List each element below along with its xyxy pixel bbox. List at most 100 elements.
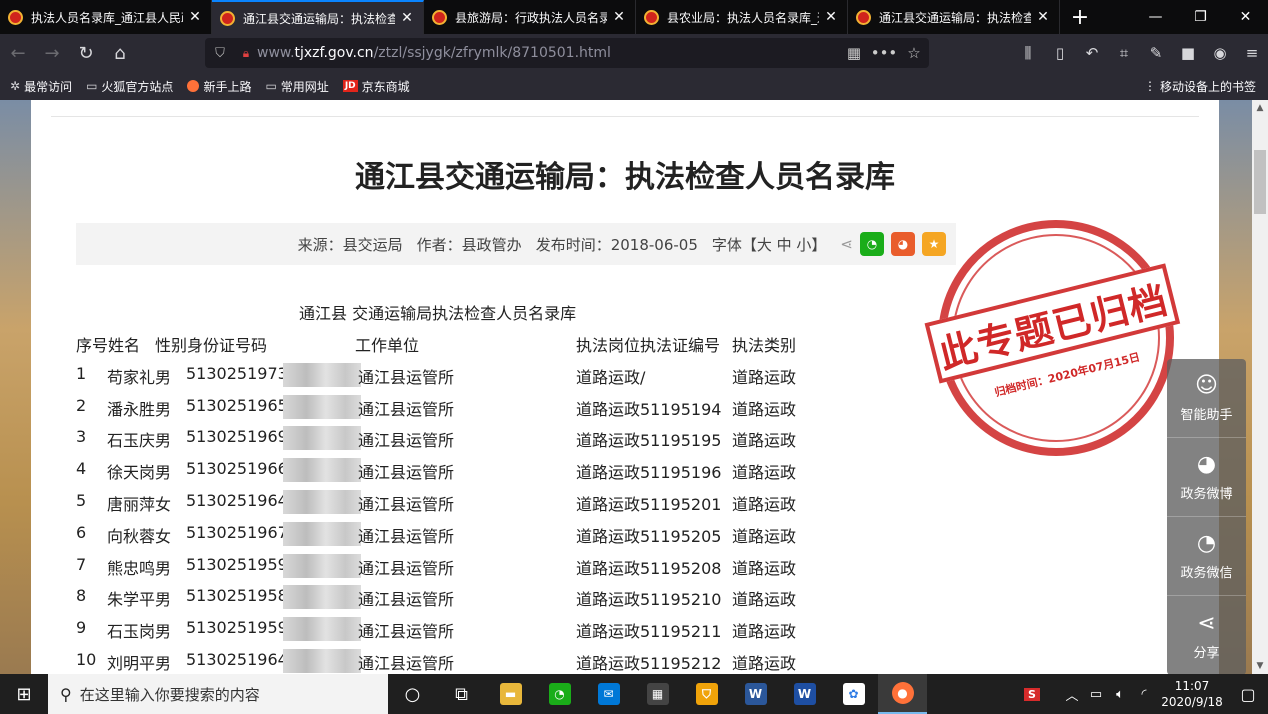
page-actions-icon[interactable]: ••• [869, 44, 899, 62]
redacted-block [283, 394, 361, 419]
folder-icon: ▬ [499, 683, 522, 705]
chevron-up-icon[interactable]: ︿ [1060, 685, 1084, 704]
file-explorer-button[interactable]: ▬ [486, 674, 535, 714]
wechat-icon[interactable]: ◔ [860, 232, 884, 256]
tab-close-icon[interactable]: ✕ [1035, 9, 1051, 25]
table-row: 10 刘明平男 5130251964 通江县运管所 道路运政51195212 道路运政 [76, 648, 797, 673]
tab-1[interactable]: 执法人员名录库_通江县人民政府✕ [0, 0, 212, 34]
firefox-taskbar-button[interactable]: ● [878, 674, 927, 714]
url-text[interactable]: www.tjxzf.gov.cn/ztzl/ssjygk/zfrymlk/871… [257, 45, 839, 61]
page-viewport: 通江县交通运输局：执法检查人员名录库 来源：县交运局 作者：县政管办 发布时间：… [0, 100, 1252, 674]
share-icon[interactable]: ⋖ [840, 235, 853, 253]
notification-icon[interactable]: ▢ [1228, 685, 1268, 704]
restore-button[interactable]: ❐ [1178, 0, 1223, 34]
gov-emblem-icon [432, 9, 447, 25]
volume-icon[interactable]: 🔈︎ [1108, 687, 1132, 702]
security-button[interactable]: ⛉ [682, 674, 731, 714]
tab-2[interactable]: 通江县交通运输局：执法检查人员名录库✕ [212, 0, 424, 34]
table-row: 5 唐丽萍女 5130251964 通江县运管所 道路运政51195201 道路运政 [76, 489, 797, 514]
back-button[interactable]: ← [2, 37, 34, 69]
close-window-button[interactable]: ✕ [1223, 0, 1268, 34]
extension-icon[interactable]: ■ [1172, 37, 1204, 69]
table-row: 4 徐天岗男 5130251966 通江县运管所 道路运政51195196 道路运政 [76, 458, 797, 483]
navigation-toolbar: ← → ↻ ⌂ ⛉ 🔒︎ www.tjxzf.gov.cn/ztzl/ssjyg… [0, 34, 1268, 72]
redacted-block [283, 489, 361, 514]
table-row: 1 苟家礼男 5130251973 通江县运管所 道路运政/道路运政 [76, 362, 797, 387]
system-tray: S ︿ ▭ 🔈︎ ◜ 11:07 2020/9/18 ▢ [1024, 674, 1268, 714]
smart-assistant-button[interactable]: ☺ 智能助手 [1167, 359, 1246, 438]
cortana-icon: ○ [404, 683, 421, 705]
weibo-icon[interactable]: ◕ [891, 232, 915, 256]
clock[interactable]: 11:07 2020/9/18 [1156, 678, 1228, 710]
tab-close-icon[interactable]: ✕ [823, 9, 839, 25]
weibo-icon: ◕ [1196, 452, 1217, 477]
tab-4[interactable]: 县农业局：执法人员名录库_通江县人民政府✕ [636, 0, 848, 34]
bookmark-common-sites[interactable]: ▭ 常用网址 [265, 78, 328, 95]
word-button-2[interactable]: W [780, 674, 829, 714]
table-row: 8 朱学平男 5130251958 通江县运管所 道路运政51195210 道路运政 [76, 585, 797, 610]
font-size-switcher[interactable]: 字体【大 中 小】 [712, 234, 827, 255]
new-tab-button[interactable]: + [1060, 0, 1100, 34]
wechat-taskbar-button[interactable]: ◔ [535, 674, 584, 714]
bookmark-getting-started[interactable]: 新手上路 [187, 78, 251, 95]
undo-icon[interactable]: ↶ [1076, 37, 1108, 69]
tab-3[interactable]: 县旅游局：行政执法人员名录库 ✕ [424, 0, 636, 34]
tab-strip: 执法人员名录库_通江县人民政府✕ 通江县交通运输局：执法检查人员名录库✕ 县旅游… [0, 0, 1268, 34]
mail-icon: ✉ [597, 683, 620, 705]
taskbar-search[interactable]: ⚲ 在这里输入你要搜索的内容 [48, 674, 388, 714]
source-label: 来源：县交运局 [297, 235, 403, 254]
table-row: 9 石玉岗男 5130251959 通江县运管所 道路运政51195211 道路运政 [76, 617, 797, 642]
gov-emblem-icon [8, 9, 23, 25]
jd-icon: JD [342, 80, 358, 92]
reload-button[interactable]: ↻ [70, 37, 102, 69]
qr-code-icon[interactable]: ▦ [839, 44, 869, 62]
personnel-table: 序号姓名 性别身份证号码 工作单位 执法岗位执法证编号 执法类别 1 苟家礼男 51… [76, 328, 976, 674]
scroll-up-icon[interactable]: ▲ [1252, 100, 1268, 116]
tab-close-icon[interactable]: ✕ [187, 9, 203, 25]
url-bar[interactable]: ⛉ 🔒︎ www.tjxzf.gov.cn/ztzl/ssjygk/zfryml… [205, 38, 929, 68]
network-icon[interactable]: ◜ [1132, 687, 1156, 702]
account-icon[interactable]: ◉ [1204, 37, 1236, 69]
folder-icon: ⋮ [1143, 79, 1156, 93]
home-button[interactable]: ⌂ [104, 37, 136, 69]
redacted-block [283, 426, 361, 451]
tab-5[interactable]: 通江县交通运输局：执法检查人员名录库✕ [848, 0, 1060, 34]
task-view-button[interactable]: ⧉ [437, 674, 486, 714]
battery-icon[interactable]: ▭ [1084, 687, 1108, 702]
vertical-scrollbar[interactable]: ▲ ▼ [1252, 100, 1268, 674]
forward-button[interactable]: → [36, 37, 68, 69]
sidebar-icon[interactable]: ▯ [1044, 37, 1076, 69]
input-method-icon[interactable]: S [1024, 687, 1040, 701]
cortana-button[interactable]: ○ [388, 674, 437, 714]
start-button[interactable]: ⊞ [0, 674, 48, 714]
tab-close-icon[interactable]: ✕ [611, 9, 627, 25]
scrollbar-thumb[interactable] [1254, 150, 1266, 214]
insecure-lock-icon[interactable]: 🔒︎ [235, 46, 257, 61]
table-header: 序号姓名 性别身份证号码 工作单位 执法岗位执法证编号 执法类别 [76, 336, 797, 355]
redacted-block [283, 648, 361, 673]
mobile-bookmarks[interactable]: ⋮ 移动设备上的书签 [1144, 72, 1256, 100]
chat-icon[interactable]: ✎ [1140, 37, 1172, 69]
gov-wechat-button[interactable]: ◔ 政务微信 [1167, 517, 1246, 596]
shield-icon[interactable]: ⛉ [205, 46, 235, 61]
menu-icon[interactable]: ≡ [1236, 37, 1268, 69]
table-row: 6 向秋蓉女 5130251967 通江县运管所 道路运政51195205 道路运政 [76, 521, 797, 546]
bookmark-star-icon[interactable]: ☆ [899, 44, 929, 62]
minimize-button[interactable]: — [1133, 0, 1178, 34]
screenshot-icon[interactable]: ⌗ [1108, 37, 1140, 69]
gov-weibo-button[interactable]: ◕ 政务微博 [1167, 438, 1246, 517]
tab-close-icon[interactable]: ✕ [399, 10, 415, 26]
library-icon[interactable]: ⫼ [1012, 37, 1044, 69]
word-button[interactable]: W [731, 674, 780, 714]
bookmark-most-visited[interactable]: ✲ 最常访问 [10, 78, 72, 95]
gov-emblem-icon [856, 9, 871, 25]
scroll-down-icon[interactable]: ▼ [1252, 658, 1268, 674]
share-button[interactable]: ⋖ 分享 [1167, 596, 1246, 675]
cloud-drive-button[interactable]: ✿ [829, 674, 878, 714]
bookmark-firefox-site[interactable]: ▭ 火狐官方站点 [86, 78, 173, 95]
bookmark-jd[interactable]: JD 京东商城 [342, 78, 410, 95]
redacted-block [283, 362, 361, 387]
mail-button[interactable]: ✉ [584, 674, 633, 714]
table-row: 2 潘永胜男 5130251965 通江县运管所 道路运政51195194 道路运政 [76, 394, 797, 419]
store-button[interactable]: ▦ [633, 674, 682, 714]
